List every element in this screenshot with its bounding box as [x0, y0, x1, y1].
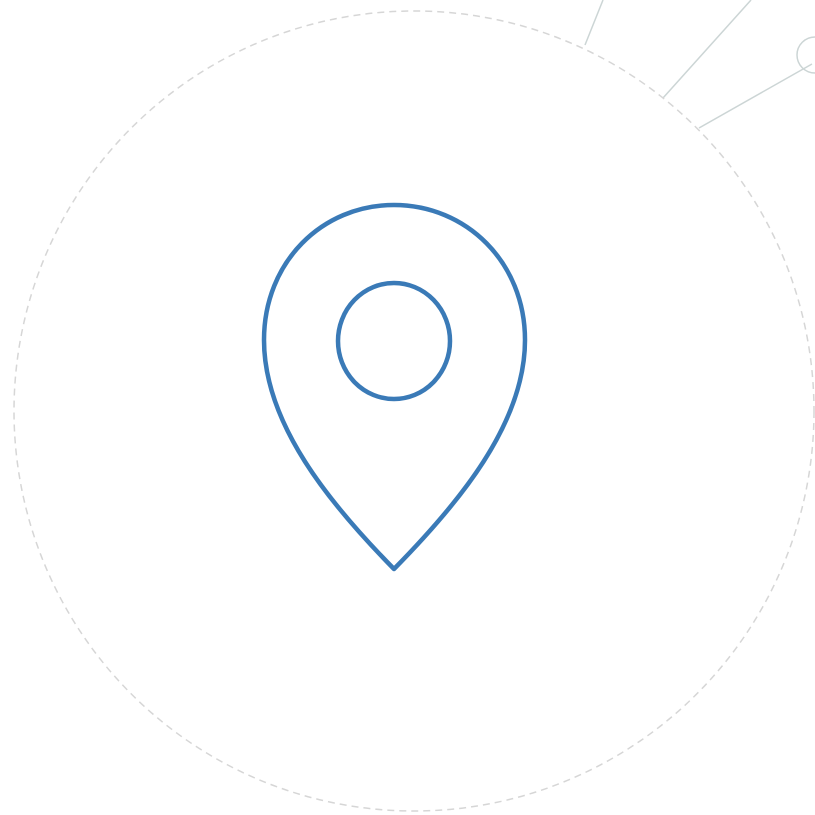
decorative-rays [584, 0, 815, 129]
ray-line [584, 0, 604, 46]
dashed-circle [13, 10, 815, 812]
ray-line [698, 63, 813, 129]
location-pin-icon [261, 202, 528, 572]
ray-line [662, 0, 752, 99]
pin-hole [335, 280, 453, 402]
pin-outline [261, 202, 528, 572]
illustration-canvas [0, 0, 815, 815]
location-illustration [13, 0, 815, 812]
